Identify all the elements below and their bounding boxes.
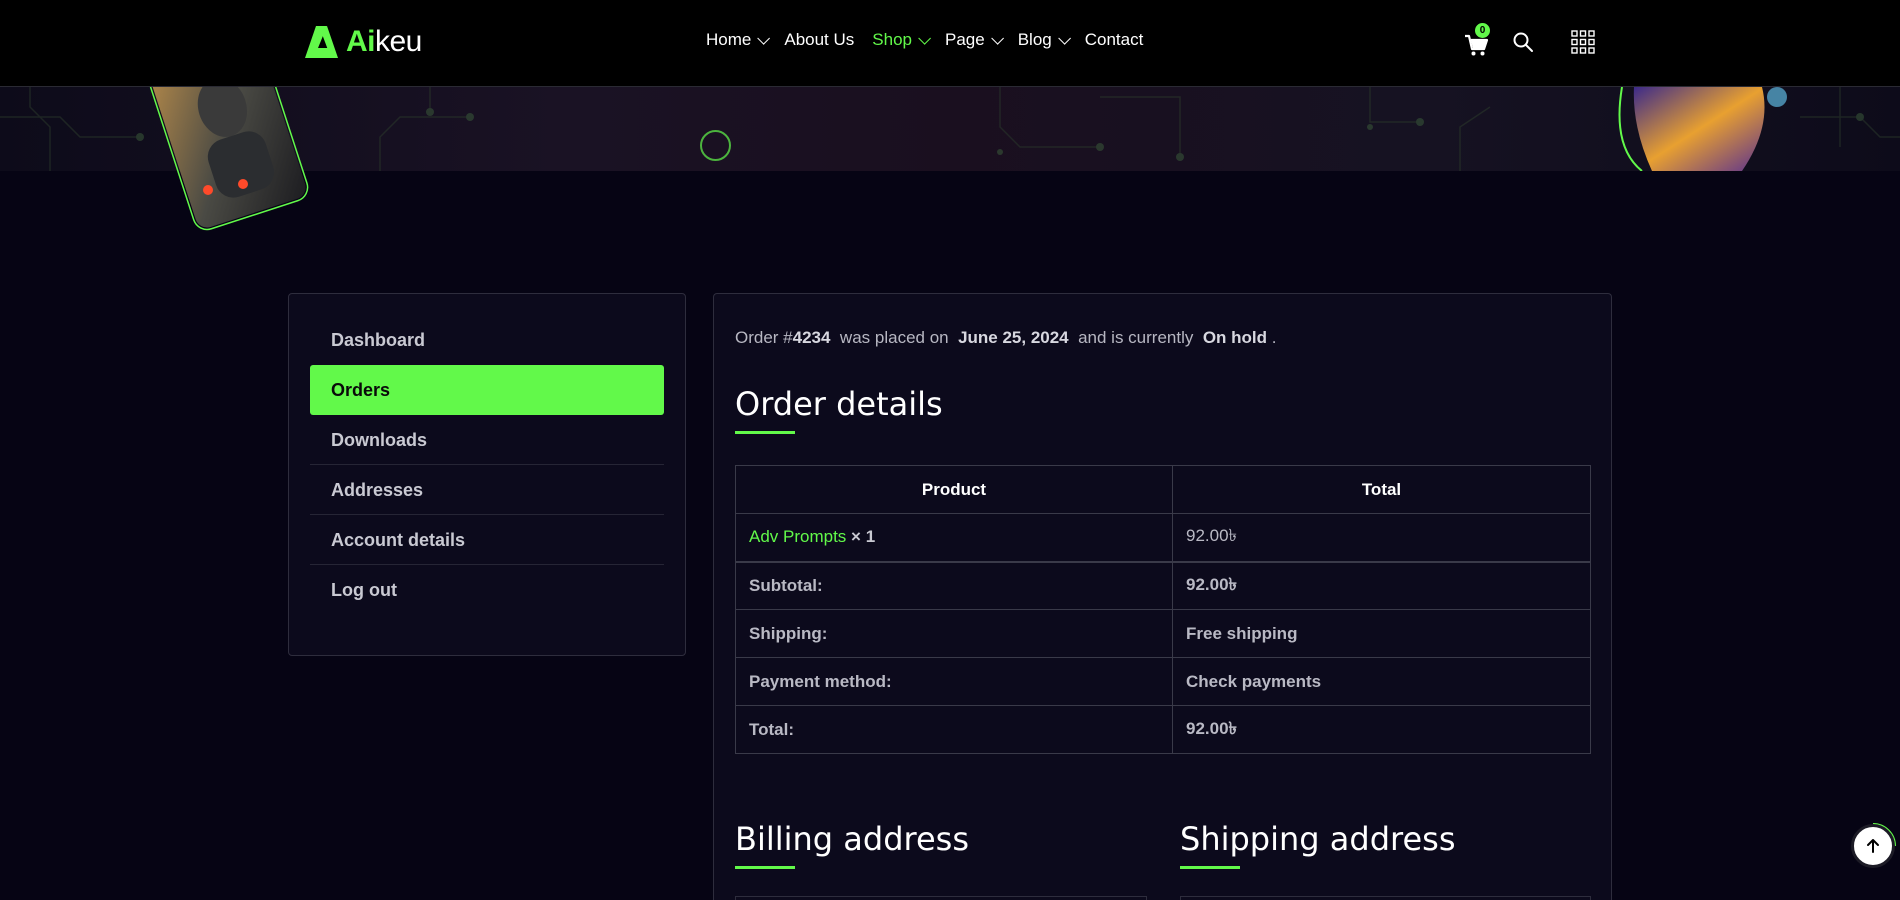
sidebar-item-log-out[interactable]: Log out	[310, 565, 664, 615]
table-row: Payment method: Check payments	[735, 657, 1591, 706]
nav-page[interactable]: Page	[945, 30, 1004, 50]
arrow-up-icon	[1867, 839, 1879, 853]
order-panel: Order #4234 was placed on June 25, 2024 …	[713, 293, 1612, 900]
table-row: Total: 92.00৳	[735, 705, 1591, 754]
total-value: 92.00৳	[1172, 705, 1591, 754]
table-row: Subtotal: 92.00৳	[735, 560, 1591, 610]
nav-contact[interactable]: Contact	[1085, 30, 1144, 50]
account-navigation: Dashboard Orders Downloads Addresses Acc…	[288, 293, 686, 656]
chevron-down-icon	[757, 31, 771, 45]
chevron-down-icon	[990, 31, 1004, 45]
payment-method-label: Payment method:	[735, 657, 1173, 706]
product-total: 92.00৳	[1172, 513, 1591, 562]
decorative-ring	[700, 130, 731, 161]
order-status: On hold	[1202, 328, 1268, 347]
title-underline	[735, 431, 795, 434]
robot-illustration-right	[1618, 87, 1787, 171]
cart-count-badge: 0	[1475, 23, 1490, 38]
title-underline	[1180, 866, 1240, 869]
sidebar-item-orders[interactable]: Orders	[310, 365, 664, 415]
order-number: 4234	[792, 328, 831, 347]
chevron-down-icon	[918, 31, 931, 45]
sidebar-item-addresses[interactable]: Addresses	[310, 465, 664, 515]
subtotal-label: Subtotal:	[735, 560, 1173, 610]
column-header-total: Total	[1172, 465, 1591, 514]
product-quantity: × 1	[851, 527, 876, 547]
order-details-title: Order details	[735, 385, 943, 423]
shipping-address-box	[1180, 896, 1591, 900]
chevron-down-icon	[1057, 31, 1071, 45]
logo-text: Aikeu	[346, 25, 422, 58]
sidebar-item-dashboard[interactable]: Dashboard	[310, 315, 664, 365]
site-header: Aikeu Home About Us Shop Page Blog Conta…	[0, 0, 1900, 87]
table-row: Shipping: Free shipping	[735, 609, 1591, 658]
order-details-table: Product Total Adv Prompts × 1 92.00৳ Sub…	[735, 465, 1591, 754]
product-cell: Adv Prompts × 1	[735, 513, 1173, 562]
back-to-top-button[interactable]	[1851, 824, 1895, 868]
sidebar-item-downloads[interactable]: Downloads	[310, 415, 664, 465]
title-underline	[735, 866, 795, 869]
main-nav: Home About Us Shop Page Blog Contact	[706, 30, 1143, 50]
product-link[interactable]: Adv Prompts	[749, 527, 846, 546]
grid-menu-icon[interactable]	[1571, 30, 1595, 54]
search-icon[interactable]	[1512, 31, 1534, 53]
sidebar-item-account-details[interactable]: Account details	[310, 515, 664, 565]
logo[interactable]: Aikeu	[305, 25, 422, 59]
column-header-product: Product	[735, 465, 1173, 514]
payment-method-value: Check payments	[1172, 657, 1591, 706]
total-label: Total:	[735, 705, 1173, 754]
order-date: June 25, 2024	[958, 328, 1069, 347]
shipping-value: Free shipping	[1172, 609, 1591, 658]
nav-shop[interactable]: Shop	[872, 30, 931, 50]
table-header-row: Product Total	[735, 465, 1591, 514]
order-status-notice: Order #4234 was placed on June 25, 2024 …	[735, 328, 1277, 347]
nav-blog[interactable]: Blog	[1018, 30, 1071, 50]
subtotal-value: 92.00৳	[1172, 560, 1591, 610]
billing-address-title: Billing address	[735, 820, 969, 858]
logo-icon	[305, 26, 338, 58]
billing-address-box	[735, 896, 1147, 900]
shipping-address-title: Shipping address	[1180, 820, 1456, 858]
nav-home[interactable]: Home	[706, 30, 771, 50]
shipping-label: Shipping:	[735, 609, 1173, 658]
robot-illustration-left	[147, 87, 309, 231]
nav-about-us[interactable]: About Us	[784, 30, 854, 50]
table-row: Adv Prompts × 1 92.00৳	[735, 513, 1591, 562]
